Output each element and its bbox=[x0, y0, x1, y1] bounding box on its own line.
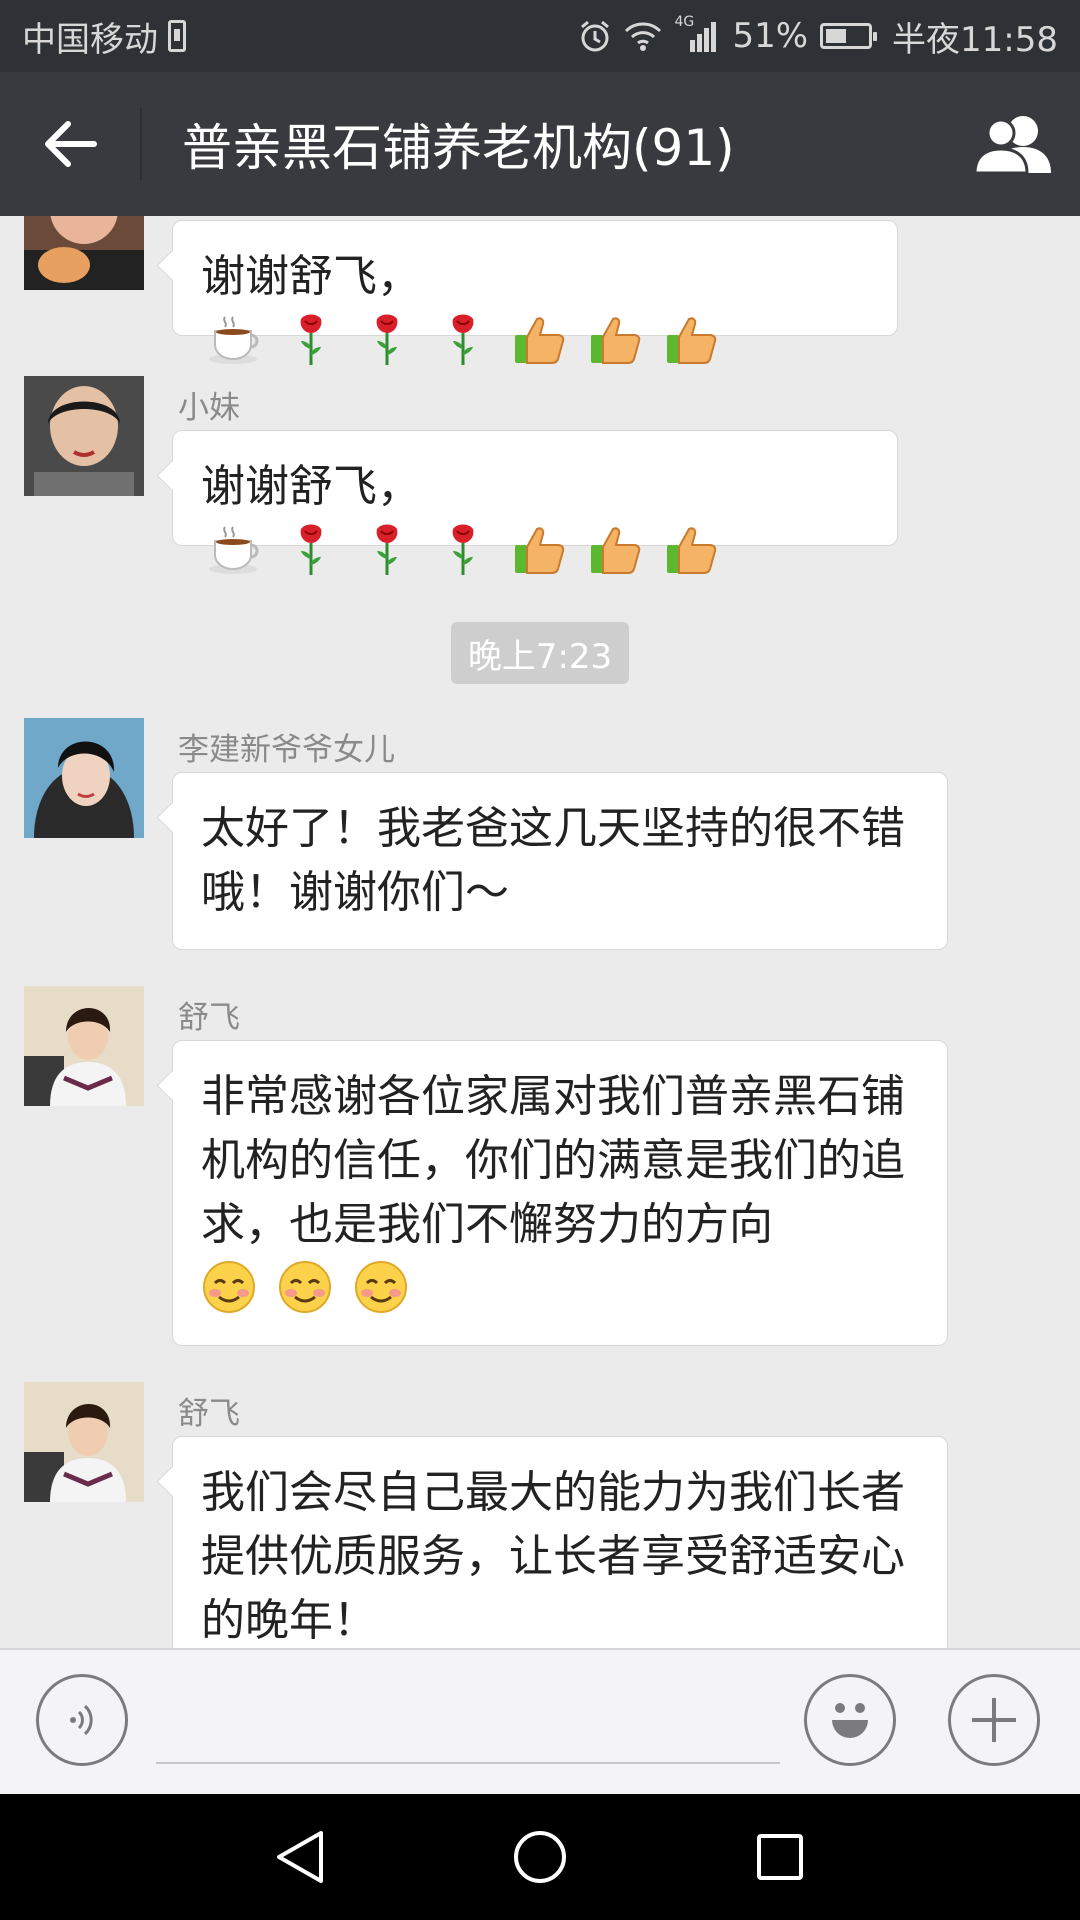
more-actions-button[interactable] bbox=[948, 1674, 1040, 1766]
avatar[interactable] bbox=[24, 376, 144, 496]
square-recents-icon bbox=[757, 1834, 803, 1880]
nav-recents-button[interactable] bbox=[745, 1822, 815, 1892]
smile-icon bbox=[353, 1259, 409, 1315]
coffee-icon bbox=[207, 311, 263, 367]
network-type-label: 4G bbox=[674, 14, 695, 30]
carrier-label: 中国移动 bbox=[22, 19, 158, 60]
message-text: 非常感谢各位家属对我们普亲黑石铺机构的信任，你们的满意是我们的追求，也是我们不懈… bbox=[201, 1071, 905, 1250]
message-bubble[interactable]: 我们会尽自己最大的能力为我们长者提供优质服务，让长者享受舒适安心的晚年！ bbox=[172, 1436, 948, 1648]
rose-icon bbox=[435, 311, 491, 367]
battery-percent: 51% bbox=[732, 16, 809, 56]
message-input-bar bbox=[0, 1648, 1080, 1794]
rose-icon bbox=[283, 521, 339, 577]
message-text: 谢谢舒飞， bbox=[201, 461, 421, 512]
voice-icon bbox=[70, 1704, 93, 1736]
smiley-face-icon bbox=[832, 1703, 868, 1738]
back-button[interactable] bbox=[0, 72, 140, 216]
emoji-row bbox=[201, 1261, 409, 1314]
plus-icon bbox=[972, 1698, 1016, 1742]
rose-icon bbox=[359, 311, 415, 367]
nav-home-button[interactable] bbox=[505, 1822, 575, 1892]
clock: 半夜11:58 bbox=[892, 19, 1058, 60]
status-bar: 中国移动 4G 51% 半夜11:58 bbox=[0, 0, 1080, 72]
arrow-left-icon bbox=[45, 121, 97, 167]
page-title: 普亲黑石铺养老机构(91) bbox=[182, 119, 735, 177]
sender-name: 舒飞 bbox=[178, 1000, 240, 1036]
thumbs-up-icon bbox=[663, 521, 719, 577]
rose-icon bbox=[435, 521, 491, 577]
chat-message-list[interactable]: 谢谢舒飞， 小妹 谢谢舒飞， 晚上7:23 李建新爷爷女儿 太好了！我老爸这几天… bbox=[0, 216, 1080, 1648]
system-nav-bar bbox=[0, 1794, 1080, 1920]
nav-back-button[interactable] bbox=[265, 1822, 335, 1892]
message-bubble[interactable]: 非常感谢各位家属对我们普亲黑石铺机构的信任，你们的满意是我们的追求，也是我们不懈… bbox=[172, 1040, 948, 1346]
voice-toggle-button[interactable] bbox=[36, 1674, 128, 1766]
signal-icon: 4G bbox=[674, 14, 720, 52]
thumbs-up-icon bbox=[511, 521, 567, 577]
emoji-row bbox=[201, 524, 719, 576]
avatar[interactable] bbox=[24, 1382, 144, 1502]
avatar[interactable] bbox=[24, 216, 144, 290]
smile-icon bbox=[277, 1259, 333, 1315]
sender-name: 小妹 bbox=[178, 390, 240, 426]
thumbs-up-icon bbox=[663, 311, 719, 367]
thumbs-up-icon bbox=[587, 521, 643, 577]
message-bubble[interactable]: 谢谢舒飞， bbox=[172, 430, 898, 575]
battery-icon bbox=[820, 23, 878, 49]
message-bubble[interactable]: 谢谢舒飞， bbox=[172, 220, 898, 365]
title-divider bbox=[140, 108, 142, 180]
message-text: 太好了！我老爸这几天坚持的很不错哦！谢谢你们～ bbox=[201, 803, 905, 918]
timestamp-label: 晚上7:23 bbox=[451, 622, 629, 684]
thumbs-up-icon bbox=[587, 311, 643, 367]
avatar[interactable] bbox=[24, 718, 144, 838]
smile-icon bbox=[201, 1259, 257, 1315]
rose-icon bbox=[359, 521, 415, 577]
message-bubble[interactable]: 太好了！我老爸这几天坚持的很不错哦！谢谢你们～ bbox=[172, 772, 948, 950]
emoji-button[interactable] bbox=[804, 1674, 896, 1766]
message-text: 我们会尽自己最大的能力为我们长者提供优质服务，让长者享受舒适安心的晚年！ bbox=[201, 1467, 905, 1646]
message-input[interactable] bbox=[156, 1670, 780, 1764]
emoji-row bbox=[201, 314, 719, 366]
alarm-icon bbox=[578, 19, 612, 53]
message-text: 谢谢舒飞， bbox=[201, 251, 421, 302]
group-people-icon bbox=[973, 116, 1051, 175]
avatar[interactable] bbox=[24, 986, 144, 1106]
rose-icon bbox=[283, 311, 339, 367]
coffee-icon bbox=[207, 521, 263, 577]
group-members-button[interactable] bbox=[950, 72, 1080, 216]
battery-level bbox=[826, 29, 847, 43]
sender-name: 李建新爷爷女儿 bbox=[178, 732, 395, 768]
circle-home-icon bbox=[514, 1831, 566, 1883]
sim-alert-icon bbox=[168, 20, 186, 52]
triangle-back-icon bbox=[277, 1831, 323, 1883]
thumbs-up-icon bbox=[511, 311, 567, 367]
title-bar: 普亲黑石铺养老机构(91) bbox=[0, 72, 1080, 216]
sender-name: 舒飞 bbox=[178, 1396, 240, 1432]
wifi-icon bbox=[624, 21, 662, 51]
